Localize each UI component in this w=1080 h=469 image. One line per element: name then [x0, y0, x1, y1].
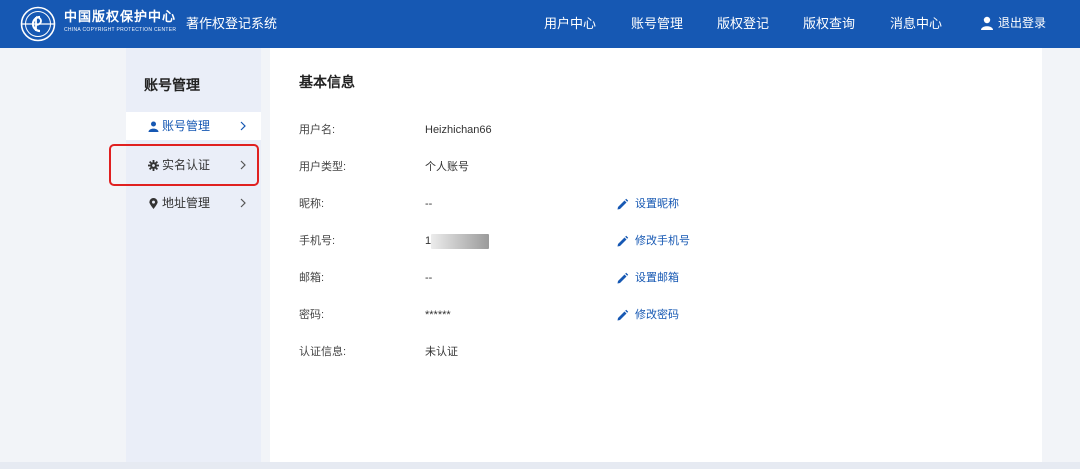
action-label: 修改密码	[635, 309, 679, 321]
nav-copyright-query[interactable]: 版权查询	[803, 15, 855, 33]
action-label: 设置昵称	[635, 198, 679, 210]
set-email-link[interactable]: 设置邮箱	[616, 268, 679, 288]
chevron-right-icon	[240, 121, 246, 131]
info-row-username: 用户名: Heizhichan66	[270, 120, 1042, 140]
user-icon	[981, 16, 993, 30]
nav-copyright-registration[interactable]: 版权登记	[717, 15, 769, 33]
row-label: 密码:	[299, 309, 325, 321]
row-value: 个人账号	[425, 161, 469, 173]
row-value: --	[425, 198, 433, 210]
panel-title: 基本信息	[299, 74, 355, 90]
pencil-icon	[617, 235, 629, 246]
set-nickname-link[interactable]: 设置昵称	[616, 194, 679, 214]
top-navigation-bar: 中国版权保护中心 CHINA COPYRIGHT PROTECTION CENT…	[0, 0, 1080, 48]
sidebar-title: 账号管理	[144, 77, 200, 93]
info-row-password: 密码: ****** 修改密码	[270, 305, 1042, 325]
logout-button[interactable]: 退出登录	[980, 13, 1046, 33]
row-label: 认证信息:	[299, 346, 347, 358]
chevron-right-icon	[240, 198, 246, 208]
change-password-link[interactable]: 修改密码	[616, 305, 679, 325]
pencil-icon	[617, 198, 629, 209]
info-row-nickname: 昵称: -- 设置昵称	[270, 194, 1042, 214]
info-row-user-type: 用户类型: 个人账号	[270, 157, 1042, 177]
row-value: ******	[425, 309, 451, 321]
logo-chinese-name: 中国版权保护中心	[64, 10, 177, 25]
sidebar-item-label: 账号管理	[162, 119, 211, 133]
sidebar-item-label: 地址管理	[162, 196, 211, 210]
row-value: Heizhichan66	[425, 124, 492, 136]
logout-label: 退出登录	[998, 16, 1047, 30]
row-value: --	[425, 272, 433, 284]
sidebar-item-account-management[interactable]: 账号管理	[126, 112, 261, 140]
masked-phone-redaction	[431, 234, 489, 249]
logo-english-name: CHINA COPYRIGHT PROTECTION CENTER	[64, 27, 177, 33]
row-value: 未认证	[425, 346, 458, 358]
nav-account-management[interactable]: 账号管理	[631, 15, 683, 33]
basic-info-panel: 基本信息 用户名: Heizhichan66 用户类型: 个人账号 昵称: --…	[270, 48, 1042, 462]
user-icon	[148, 121, 159, 132]
pencil-icon	[617, 309, 629, 320]
change-phone-link[interactable]: 修改手机号	[616, 231, 690, 251]
highlight-annotation-box	[109, 144, 259, 186]
sidebar: 账号管理 账号管理 实名认证 地址管理	[126, 48, 261, 462]
row-label: 用户名:	[299, 124, 336, 136]
row-label: 邮箱:	[299, 272, 325, 284]
info-row-verification: 认证信息: 未认证	[270, 342, 1042, 362]
info-row-phone: 手机号: 1 修改手机号	[270, 231, 1042, 251]
logo-text: 中国版权保护中心 CHINA COPYRIGHT PROTECTION CENT…	[64, 10, 176, 34]
info-row-email: 邮箱: -- 设置邮箱	[270, 268, 1042, 288]
row-label: 手机号:	[299, 235, 336, 247]
system-title: 著作权登记系统	[186, 16, 278, 31]
nav-user-center[interactable]: 用户中心	[544, 15, 596, 33]
action-label: 修改手机号	[635, 235, 690, 247]
copyright-center-logo-icon[interactable]	[20, 6, 56, 42]
nav-message-center[interactable]: 消息中心	[890, 15, 942, 33]
sidebar-item-address-management[interactable]: 地址管理	[126, 189, 261, 217]
page-bottom-strip	[0, 462, 1080, 469]
action-label: 设置邮箱	[635, 272, 679, 284]
row-label: 用户类型:	[299, 161, 347, 173]
pencil-icon	[617, 272, 629, 283]
row-label: 昵称:	[299, 198, 325, 210]
location-pin-icon	[149, 198, 158, 209]
